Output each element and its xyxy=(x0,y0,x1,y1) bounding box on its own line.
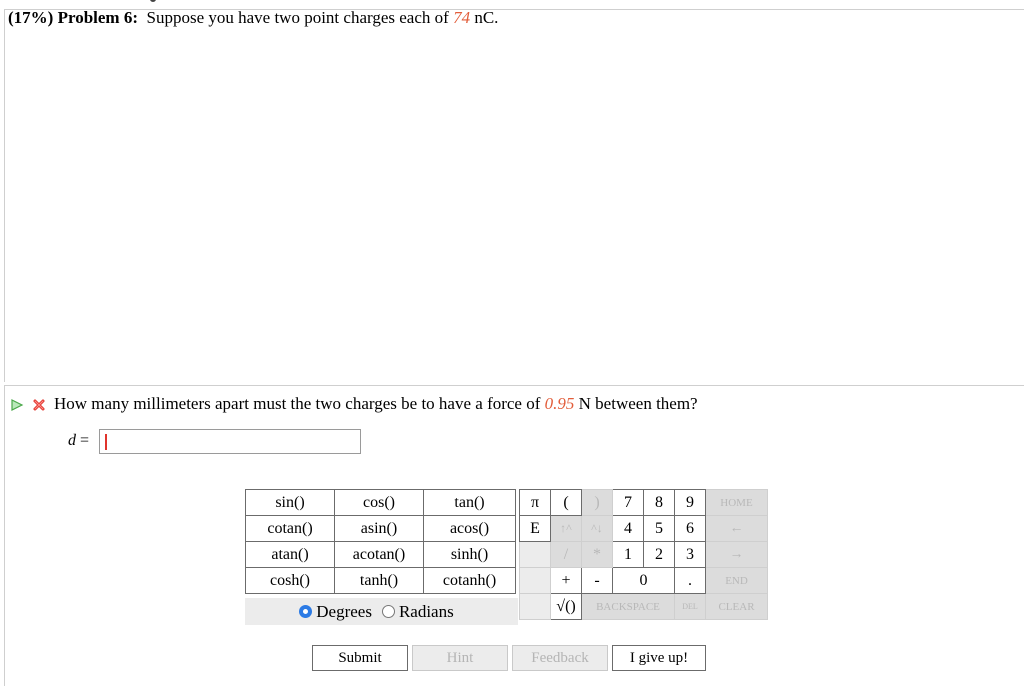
key-1[interactable]: 1 xyxy=(612,541,644,568)
key-e[interactable]: E xyxy=(519,515,551,542)
problem-panel xyxy=(4,9,1024,382)
fn-cosh-button[interactable]: cosh() xyxy=(245,567,335,594)
fn-cos-button[interactable]: cos() xyxy=(334,489,424,516)
problem-statement: (17%) Problem 6: Suppose you have two po… xyxy=(8,8,498,28)
answer-label: d = xyxy=(68,432,89,450)
key-up-arrow[interactable]: ↑^ xyxy=(550,515,582,542)
fn-acotan-button[interactable]: acotan() xyxy=(334,541,424,568)
key-4[interactable]: 4 xyxy=(612,515,644,542)
fn-cotanh-button[interactable]: cotanh() xyxy=(423,567,516,594)
key-multiply[interactable]: * xyxy=(581,541,613,568)
charge-value: 74 xyxy=(453,8,471,27)
key-close-paren[interactable]: ) xyxy=(581,489,613,516)
radians-radio[interactable] xyxy=(381,605,395,618)
question-text-after: N between them? xyxy=(578,394,698,413)
fn-acos-button[interactable]: acos() xyxy=(423,515,516,542)
incorrect-icon xyxy=(32,397,46,411)
degrees-label[interactable]: Degrees xyxy=(316,602,372,622)
fn-asin-button[interactable]: asin() xyxy=(334,515,424,542)
degrees-radio[interactable] xyxy=(299,605,313,618)
answer-variable: d xyxy=(68,432,76,449)
question-text-before: How many millimeters apart must the two … xyxy=(54,394,541,413)
play-icon[interactable] xyxy=(10,397,24,411)
fn-cotan-button[interactable]: cotan() xyxy=(245,515,335,542)
key-2[interactable]: 2 xyxy=(643,541,675,568)
key-9[interactable]: 9 xyxy=(674,489,706,516)
fn-atan-button[interactable]: atan() xyxy=(245,541,335,568)
text-caret xyxy=(105,434,107,450)
key-open-paren[interactable]: ( xyxy=(550,489,582,516)
key-5[interactable]: 5 xyxy=(643,515,675,542)
keypad: π ( ) 7 8 9 HOME E ↑^ ^↓ 4 5 6 ← / * 1 2… xyxy=(519,489,768,620)
key-7[interactable]: 7 xyxy=(612,489,644,516)
key-plus[interactable]: + xyxy=(550,567,582,594)
problem-percent: (17%) xyxy=(8,8,54,27)
key-end[interactable]: END xyxy=(705,567,768,594)
key-backspace[interactable]: BACKSPACE xyxy=(581,593,675,620)
key-divide[interactable]: / xyxy=(550,541,582,568)
key-minus[interactable]: - xyxy=(581,567,613,594)
key-8[interactable]: 8 xyxy=(643,489,675,516)
key-down-arrow[interactable]: ^↓ xyxy=(581,515,613,542)
fn-sin-button[interactable]: sin() xyxy=(245,489,335,516)
function-table: sin() cos() tan() cotan() asin() acos() … xyxy=(245,489,516,594)
key-0[interactable]: 0 xyxy=(612,567,675,594)
hint-button[interactable]: Hint xyxy=(412,645,508,671)
radians-label[interactable]: Radians xyxy=(399,602,454,622)
key-left-arrow[interactable]: ← xyxy=(705,515,768,542)
problem-label: Problem 6: xyxy=(57,8,138,27)
force-value: 0.95 xyxy=(544,394,575,413)
key-blank-2 xyxy=(519,567,551,594)
key-clear[interactable]: CLEAR xyxy=(705,593,768,620)
top-cutoff-mark xyxy=(150,0,160,2)
fn-tanh-button[interactable]: tanh() xyxy=(334,567,424,594)
angle-mode-row: Degrees Radians xyxy=(245,598,518,625)
key-pi[interactable]: π xyxy=(519,489,551,516)
key-dot[interactable]: . xyxy=(674,567,706,594)
key-del[interactable]: DEL xyxy=(674,593,706,620)
key-sqrt[interactable]: √() xyxy=(550,593,582,620)
key-blank-1 xyxy=(519,541,551,568)
answer-equals: = xyxy=(80,432,90,449)
problem-text-before: Suppose you have two point charges each … xyxy=(146,8,449,27)
give-up-button[interactable]: I give up! xyxy=(612,645,706,671)
answer-input[interactable] xyxy=(99,429,361,454)
question-line: How many millimeters apart must the two … xyxy=(10,394,698,414)
problem-text-after: nC. xyxy=(474,8,499,27)
submit-button[interactable]: Submit xyxy=(312,645,408,671)
feedback-button[interactable]: Feedback xyxy=(512,645,608,671)
fn-tan-button[interactable]: tan() xyxy=(423,489,516,516)
key-home[interactable]: HOME xyxy=(705,489,768,516)
fn-sinh-button[interactable]: sinh() xyxy=(423,541,516,568)
key-3[interactable]: 3 xyxy=(674,541,706,568)
key-blank-3 xyxy=(519,593,551,620)
key-6[interactable]: 6 xyxy=(674,515,706,542)
key-right-arrow[interactable]: → xyxy=(705,541,768,568)
